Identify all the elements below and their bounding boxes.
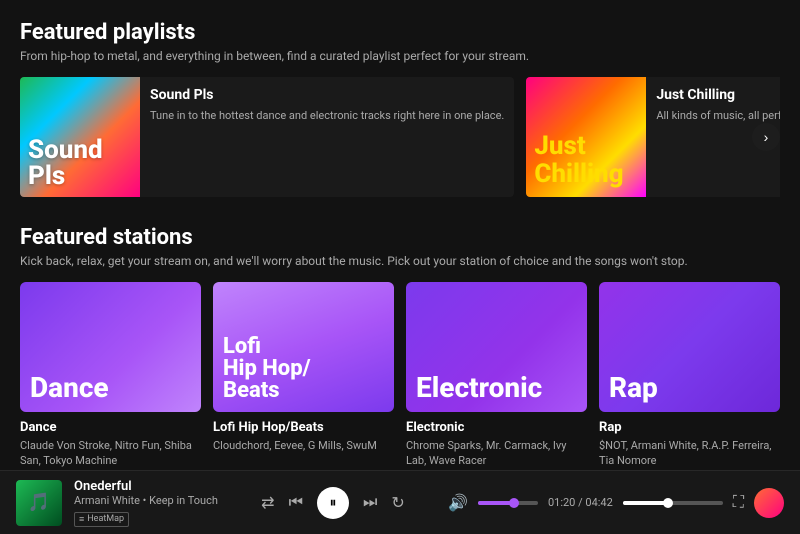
avatar[interactable] [754,488,784,518]
playlist-thumb-soundpls: SoundPls [20,77,140,197]
stations-title: Featured stations [20,225,780,250]
rap-name: Rap [599,420,780,435]
playlist-thumb-justchilling: JustChilling [526,77,646,197]
rap-artists: $NOT, Armani White, R.A.P. Ferreira, Tia… [599,438,780,469]
progress-bar[interactable] [623,501,723,505]
player-album-art: 🎵 [16,480,62,526]
station-card-dance[interactable]: Dance Dance Claude Von Stroke, Nitro Fun… [20,282,201,469]
featured-stations-section: Featured stations Kick back, relax, get … [20,225,780,469]
station-card-lofi[interactable]: LofiHip Hop/Beats Lofi Hip Hop/Beats Clo… [213,282,394,469]
soundpls-name: Sound Pls [150,87,504,103]
playlist-card-justchilling[interactable]: JustChilling Just Chilling All kinds of … [526,77,780,197]
player-controls: ⇄ ⏮ ⏸ ⏭ ↻ [261,487,405,519]
soundpls-info: Sound Pls Tune in to the hottest dance a… [140,77,514,197]
electronic-thumb-text: Electronic [416,374,542,402]
station-thumb-lofi: LofiHip Hop/Beats [213,282,394,412]
dance-thumb-text: Dance [30,374,109,402]
play-pause-button[interactable]: ⏸ [317,487,349,519]
featured-playlists-section: Featured playlists From hip-hop to metal… [20,20,780,197]
volume-button[interactable]: 🔊 [448,493,468,513]
dance-name: Dance [20,420,201,435]
volume-fill [478,501,514,505]
station-thumb-dance: Dance [20,282,201,412]
player-right: 🔊 01:20 / 04:42 ⛶ [448,488,784,518]
lofi-artists: Cloudchord, Eevee, G Mills, SwuM [213,438,394,453]
player-info: Onederful Armani White • Keep in Touch ≡… [74,479,218,527]
rap-thumb-text: Rap [609,374,658,402]
stations-row: Dance Dance Claude Von Stroke, Nitro Fun… [20,282,780,469]
main-content: Featured playlists From hip-hop to metal… [0,0,800,470]
playlists-title: Featured playlists [20,20,780,45]
player-track-name: Onederful [74,479,218,494]
fullscreen-button[interactable]: ⛶ [733,494,744,512]
shuffle-button[interactable]: ⇄ [261,493,274,513]
playlist-card-soundpls[interactable]: SoundPls Sound Pls Tune in to the hottes… [20,77,514,197]
playlists-subtitle: From hip-hop to metal, and everything in… [20,49,780,63]
lofi-name: Lofi Hip Hop/Beats [213,420,394,435]
dance-artists: Claude Von Stroke, Nitro Fun, Shiba San,… [20,438,201,469]
progress-fill [623,501,668,505]
station-card-rap[interactable]: Rap Rap $NOT, Armani White, R.A.P. Ferre… [599,282,780,469]
playlists-row: SoundPls Sound Pls Tune in to the hottes… [20,77,780,197]
stations-subtitle: Kick back, relax, get your stream on, an… [20,254,780,268]
soundpls-thumb-text: SoundPls [28,137,103,189]
progress-dot [663,498,673,508]
player-artist-name: Armani White • Keep in Touch [74,494,218,507]
lofi-thumb-text: LofiHip Hop/Beats [223,336,311,402]
electronic-name: Electronic [406,420,587,435]
time-display: 01:20 / 04:42 [548,496,613,509]
prev-button[interactable]: ⏮ [289,494,303,512]
station-card-electronic[interactable]: Electronic Electronic Chrome Sparks, Mr.… [406,282,587,469]
player-bar: 🎵 Onederful Armani White • Keep in Touch… [0,470,800,534]
volume-bar[interactable] [478,501,538,505]
justchilling-desc: All kinds of music, all perfect for chil… [656,108,780,123]
volume-dot [509,498,519,508]
station-thumb-rap: Rap [599,282,780,412]
playlists-next-button[interactable]: › [752,123,780,151]
justchilling-name: Just Chilling [656,87,780,103]
station-thumb-electronic: Electronic [406,282,587,412]
player-tag: ≡ HeatMap [74,512,129,527]
repeat-button[interactable]: ↻ [391,493,404,513]
justchilling-thumb-text: JustChilling [534,132,623,189]
next-button[interactable]: ⏭ [363,494,377,512]
electronic-artists: Chrome Sparks, Mr. Carmack, Ivy Lab, Wav… [406,438,587,469]
soundpls-desc: Tune in to the hottest dance and electro… [150,108,504,123]
